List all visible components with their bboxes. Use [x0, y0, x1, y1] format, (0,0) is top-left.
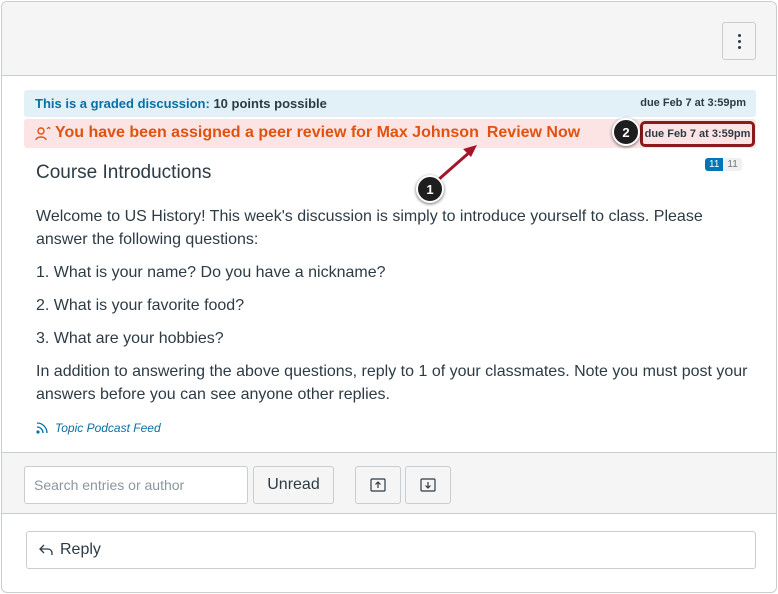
- unread-filter-button[interactable]: Unread: [253, 466, 334, 504]
- podcast-feed-link[interactable]: Topic Podcast Feed: [35, 421, 161, 435]
- topic-paragraph: 1. What is your name? Do you have a nick…: [36, 264, 386, 281]
- reply-button[interactable]: Reply: [26, 531, 756, 569]
- graded-discussion-banner: This is a graded discussion: 10 points p…: [24, 90, 756, 117]
- topic-paragraph: In addition to answering the above quest…: [36, 363, 748, 403]
- topic-paragraph: 2. What is your favorite food?: [36, 297, 245, 314]
- reply-arrow-icon: [39, 544, 53, 555]
- entry-counts: 11 11: [705, 158, 742, 171]
- kebab-menu-icon[interactable]: [722, 22, 756, 60]
- callout-marker-1: 1: [416, 175, 444, 203]
- search-entries-input[interactable]: [24, 466, 248, 504]
- expand-down-icon: [420, 478, 436, 492]
- review-now-link[interactable]: Review Now: [487, 124, 580, 141]
- topic-title: Course Introductions: [36, 162, 212, 183]
- callout-marker-2: 2: [612, 118, 640, 146]
- total-count-badge: 11: [723, 158, 742, 171]
- graded-label: This is a graded discussion: 10 points p…: [35, 96, 327, 111]
- graded-due-date: due Feb 7 at 3:59pm: [640, 97, 746, 109]
- peer-review-due-date: due Feb 7 at 3:59pm: [640, 121, 755, 147]
- discussion-frame: This is a graded discussion: 10 points p…: [1, 1, 777, 593]
- discussion-header: [2, 2, 776, 76]
- points-possible: 10 points possible: [213, 96, 327, 111]
- topic-body: Welcome to US History! This week's discu…: [36, 205, 752, 406]
- collapse-replies-button[interactable]: [355, 466, 401, 504]
- topic-paragraph: 3. What are your hobbies?: [36, 330, 224, 347]
- peer-review-banner: You have been assigned a peer review for…: [24, 119, 756, 148]
- reply-label: Reply: [60, 541, 101, 558]
- podcast-feed-label: Topic Podcast Feed: [55, 421, 161, 435]
- peer-review-message: You have been assigned a peer review for…: [55, 124, 479, 141]
- rss-icon: [36, 422, 48, 434]
- discussion-toolbar: Unread: [2, 452, 776, 514]
- reply-area: Reply: [2, 514, 776, 592]
- topic-paragraph: Welcome to US History! This week's discu…: [36, 208, 703, 248]
- peer-review-icon: [35, 126, 51, 141]
- expand-replies-button[interactable]: [405, 466, 451, 504]
- unread-count-badge: 11: [705, 158, 724, 171]
- collapse-up-icon: [370, 478, 386, 492]
